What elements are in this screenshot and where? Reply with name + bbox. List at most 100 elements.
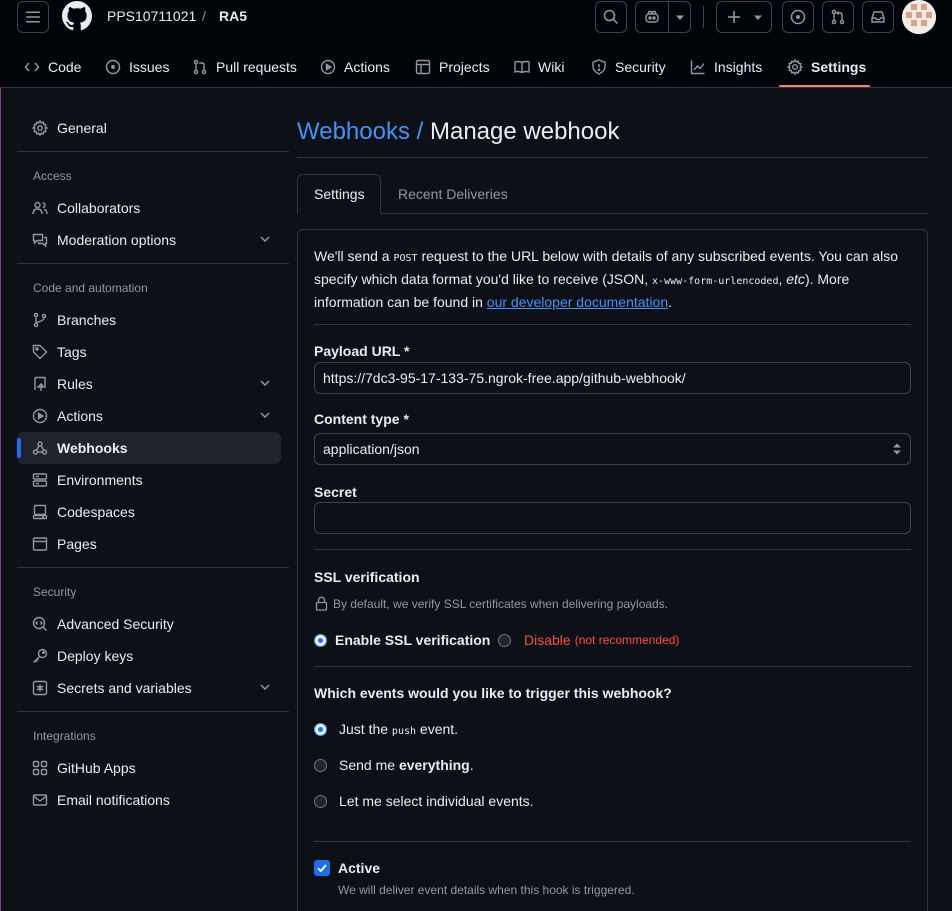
issues-button[interactable] <box>782 1 814 33</box>
tab-label: Pull requests <box>216 58 297 75</box>
sidebar-item-actions[interactable]: Actions <box>17 400 281 432</box>
intro-code-post: POST <box>393 253 418 264</box>
code-icon <box>24 59 40 75</box>
git-pull-request-icon <box>830 9 846 25</box>
breadcrumb-separator: / <box>409 118 430 145</box>
sidebar-item-github-apps[interactable]: GitHub Apps <box>17 752 281 784</box>
pull-requests-button[interactable] <box>822 1 854 33</box>
sidebar-item-pages[interactable]: Pages <box>17 528 281 560</box>
event-all-radio[interactable] <box>314 758 327 772</box>
tab-label: Settings <box>811 58 867 75</box>
table-icon <box>415 59 431 75</box>
sidebar-item-general[interactable]: General <box>17 112 281 144</box>
event-push-radio[interactable] <box>314 722 327 736</box>
copilot-icon <box>644 9 660 25</box>
issue-opened-icon <box>105 59 121 75</box>
active-checkbox[interactable] <box>314 860 330 876</box>
menu-button[interactable] <box>17 1 49 33</box>
app-header: PPS10711021 / RA5 Code Issues Pull reque… <box>0 0 952 88</box>
sidebar-item-tags[interactable]: Tags <box>17 336 281 368</box>
tab-insights[interactable]: Insights <box>690 46 762 87</box>
sidebar-item-label: Advanced Security <box>57 616 174 632</box>
tab-pull-requests[interactable]: Pull requests <box>192 46 297 87</box>
event-all-bold: everything <box>398 757 470 773</box>
breadcrumb-owner[interactable]: PPS10711021 <box>107 8 196 24</box>
codespaces-icon <box>32 504 48 520</box>
chevron-down-icon <box>259 377 271 389</box>
page-title-text: Manage webhook <box>429 118 620 145</box>
inbox-button[interactable] <box>862 1 894 33</box>
ssl-disable-warning: (not recommended) <box>574 633 680 647</box>
avatar[interactable] <box>902 0 936 34</box>
sidebar-item-advanced-security[interactable]: Advanced Security <box>17 608 281 640</box>
sidebar-item-branches[interactable]: Branches <box>17 304 281 336</box>
content-type-label: Content type * <box>314 411 409 427</box>
payload-url-input[interactable]: https://7dc3-95-17-133-75.ngrok-free.app… <box>314 362 911 394</box>
breadcrumb-repo[interactable]: RA5 <box>219 8 247 24</box>
event-select-option[interactable]: Let me select individual events. <box>314 793 534 809</box>
create-new-button[interactable] <box>716 1 772 33</box>
key-asterisk-icon <box>32 680 48 696</box>
event-all-option[interactable]: Send me everything. <box>314 757 474 773</box>
sidebar-item-moderation[interactable]: Moderation options <box>17 224 281 256</box>
inbox-icon <box>870 9 886 25</box>
sidebar-item-webhooks[interactable]: Webhooks <box>17 432 281 464</box>
secret-input[interactable] <box>314 502 911 534</box>
event-all-label: Send me everything. <box>339 757 474 773</box>
event-push-text: event. <box>416 721 459 737</box>
tab-code[interactable]: Code <box>24 46 81 87</box>
event-push-text: Just the <box>339 721 392 737</box>
tab-wiki[interactable]: Wiki <box>514 46 564 87</box>
event-select-radio[interactable] <box>314 794 327 808</box>
sidebar-item-label: Tags <box>57 344 87 360</box>
tab-projects[interactable]: Projects <box>415 46 490 87</box>
webhook-icon <box>32 440 48 456</box>
event-push-option[interactable]: Just the push event. <box>314 721 458 737</box>
sidebar-item-secrets[interactable]: Secrets and variables <box>17 672 281 704</box>
chevron-down-icon <box>259 409 271 421</box>
tab-webhook-settings[interactable]: Settings <box>297 174 381 214</box>
gear-icon <box>787 58 803 75</box>
tab-recent-deliveries[interactable]: Recent Deliveries <box>382 174 524 214</box>
ssl-enable-radio[interactable] <box>314 633 327 647</box>
sidebar-item-rules[interactable]: Rules <box>17 368 281 400</box>
event-select-label: Let me select individual events. <box>339 793 534 809</box>
search-button[interactable] <box>595 1 627 33</box>
sidebar-item-label: Actions <box>57 408 103 424</box>
github-logo-icon[interactable] <box>62 1 92 31</box>
tab-actions[interactable]: Actions <box>320 46 390 87</box>
sidebar-item-label: Secrets and variables <box>57 680 192 696</box>
comment-discussion-icon <box>32 232 48 248</box>
sidebar-item-label: Collaborators <box>57 200 141 216</box>
developer-docs-link[interactable]: our developer documentation <box>487 294 668 310</box>
tab-label: Actions <box>344 58 390 75</box>
copilot-button[interactable] <box>635 1 691 33</box>
tab-settings[interactable]: Settings <box>787 46 866 87</box>
ssl-enable-option[interactable]: Enable SSL verification <box>314 632 490 648</box>
secret-label: Secret <box>314 484 357 500</box>
tab-security[interactable]: Security <box>591 46 666 87</box>
chevron-down-icon <box>753 14 763 22</box>
ssl-verification-label: SSL verification <box>314 569 420 585</box>
ssl-disable-radio[interactable] <box>498 633 511 647</box>
sidebar-item-deploy-keys[interactable]: Deploy keys <box>17 640 281 672</box>
sidebar-item-collaborators[interactable]: Collaborators <box>17 192 281 224</box>
tab-issues[interactable]: Issues <box>105 46 169 87</box>
tab-label: Issues <box>129 58 170 75</box>
section-divider <box>314 666 911 667</box>
chevron-down-icon <box>259 233 271 245</box>
section-divider <box>314 549 911 550</box>
sidebar-item-email-notifications[interactable]: Email notifications <box>17 784 281 816</box>
breadcrumb-separator: / <box>202 8 206 24</box>
play-icon <box>32 408 48 424</box>
server-icon <box>32 472 48 488</box>
content-type-select[interactable]: application/json <box>314 433 911 465</box>
ssl-disable-option[interactable]: Disable (not recommended) <box>498 632 679 648</box>
sidebar-item-label: Webhooks <box>57 440 128 456</box>
issue-opened-icon <box>790 9 806 25</box>
sidebar-item-codespaces[interactable]: Codespaces <box>17 496 281 528</box>
sidebar-item-label: General <box>57 120 107 136</box>
sidebar-item-environments[interactable]: Environments <box>17 464 281 496</box>
breadcrumb-webhooks-link[interactable]: Webhooks <box>297 118 410 145</box>
payload-url-label: Payload URL * <box>314 343 410 359</box>
